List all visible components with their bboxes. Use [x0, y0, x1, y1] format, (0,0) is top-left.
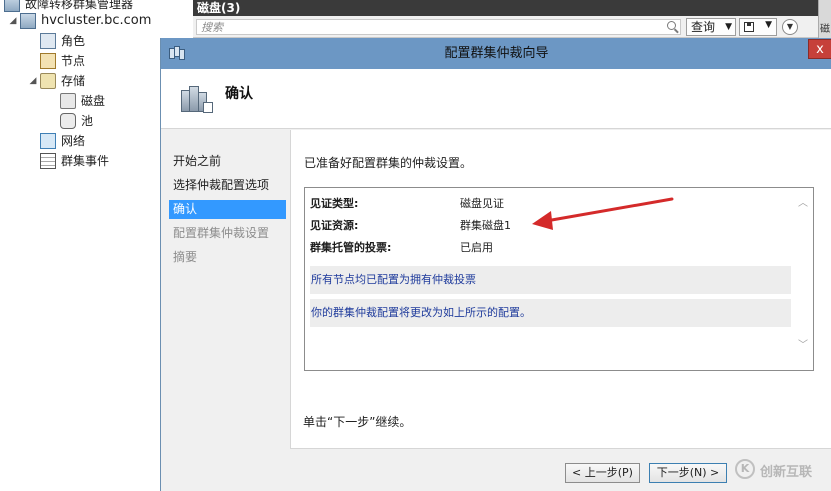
tree-item-cluster[interactable]: ◢ hvcluster.bc.com [8, 11, 151, 31]
save-icon [744, 22, 754, 32]
tree-item-disks[interactable]: 磁盘 [60, 91, 105, 111]
tree-item-disks-label: 磁盘 [81, 94, 106, 108]
save-query-button[interactable]: ▼ [739, 18, 777, 36]
next-button[interactable]: 下一步(N) > [649, 463, 727, 483]
right-edge-pane: 磁 [818, 0, 831, 38]
dialog-title: 配置群集仲裁向导 [444, 46, 549, 61]
summary-key: 见证资源: [310, 219, 359, 232]
watermark-logo-icon: K [735, 459, 755, 479]
pools-icon [60, 113, 76, 129]
search-icon[interactable] [667, 21, 676, 30]
wizard-content: 已准备好配置群集的仲裁设置。 见证类型: 磁盘见证 见证资源: 群集磁盘1 群集… [290, 130, 831, 448]
cluster-icon [20, 13, 36, 29]
tree-item-cluster-label: hvcluster.bc.com [41, 13, 152, 28]
wizard-header: 确认 [161, 69, 831, 129]
scroll-up-icon[interactable]: ︿ [797, 198, 809, 210]
tree-item-nodes-label: 节点 [61, 54, 86, 68]
step-configure-quorum: 配置群集仲裁设置 [173, 226, 270, 240]
notice-config-change: 你的群集仲裁配置将更改为如上所示的配置。 [310, 299, 791, 327]
intro-text: 已准备好配置群集的仲裁设置。 [304, 156, 473, 170]
tree-item-roles-label: 角色 [61, 34, 86, 48]
nodes-icon [40, 53, 56, 69]
expand-arrow-icon[interactable]: ◢ [8, 11, 18, 31]
cluster-servers-icon [181, 84, 213, 114]
quorum-wizard-dialog: 配置群集仲裁向导 x 确认 开始之前 选择仲裁配置选项 确认 配置群集仲裁设置 … [160, 38, 831, 491]
chevron-down-icon: ▼ [765, 20, 772, 30]
continue-hint: 单击“下一步”继续。 [303, 415, 412, 429]
networks-icon [40, 133, 56, 149]
query-button[interactable]: 查询 ▼ [686, 18, 736, 36]
step-confirmation[interactable]: 确认 [169, 200, 286, 219]
disks-icon [60, 93, 76, 109]
close-button[interactable]: x [808, 39, 831, 59]
scroll-down-icon[interactable]: ﹀ [797, 340, 809, 352]
roles-icon [40, 33, 56, 49]
summary-value: 磁盘见证 [460, 197, 504, 210]
tree-item-networks-label: 网络 [61, 134, 86, 148]
disks-pane-title: 磁盘(3) [193, 0, 818, 16]
tree-item-roles[interactable]: 角色 [40, 31, 85, 51]
tree-item-storage[interactable]: ◢ 存储 [28, 71, 85, 91]
storage-folder-icon [40, 73, 56, 89]
step-before-you-begin[interactable]: 开始之前 [169, 152, 286, 171]
summary-key: 群集托管的投票: [310, 241, 392, 254]
watermark-text: 创新互联 [760, 465, 813, 480]
summary-key: 见证类型: [310, 197, 359, 210]
wizard-steps: 开始之前 选择仲裁配置选项 确认 配置群集仲裁设置 摘要 [161, 130, 290, 491]
chevron-down-icon: ▼ [725, 22, 732, 32]
collapse-icon[interactable]: ▼ [782, 19, 798, 35]
summary-value: 已启用 [460, 241, 493, 254]
cluster-events-icon [40, 153, 56, 169]
tree-item-networks[interactable]: 网络 [40, 131, 85, 151]
query-button-label: 查询 [691, 20, 716, 34]
notice-node-votes: 所有节点均已配置为拥有仲裁投票 [310, 266, 791, 294]
page-title: 确认 [225, 86, 253, 102]
tree-item-events-label: 群集事件 [61, 154, 110, 168]
cluster-tree: 故障转移群集管理器 ◢ hvcluster.bc.com 角色 节点 ◢ 存储 … [0, 0, 160, 491]
right-edge-text: 磁 [820, 24, 830, 35]
step-summary: 摘要 [173, 250, 198, 264]
tree-item-storage-label: 存储 [61, 74, 86, 88]
search-toolbar: 搜索 查询 ▼ ▼ ▼ [193, 16, 818, 38]
watermark-logo: K 创新互联 [733, 457, 829, 483]
tree-item-nodes[interactable]: 节点 [40, 51, 85, 71]
tree-item-pools[interactable]: 池 [60, 111, 93, 131]
expand-arrow-icon[interactable]: ◢ [28, 71, 38, 91]
summary-value: 群集磁盘1 [460, 219, 511, 232]
tree-item-events[interactable]: 群集事件 [40, 151, 109, 171]
search-input[interactable]: 搜索 [196, 19, 681, 35]
previous-button[interactable]: < 上一步(P) [565, 463, 640, 483]
dialog-titlebar[interactable]: 配置群集仲裁向导 x [161, 38, 831, 69]
step-select-quorum-option[interactable]: 选择仲裁配置选项 [169, 176, 286, 195]
confirmation-summary: 见证类型: 磁盘见证 见证资源: 群集磁盘1 群集托管的投票: 已启用 所有节点… [304, 187, 814, 371]
tree-item-pools-label: 池 [81, 114, 94, 128]
